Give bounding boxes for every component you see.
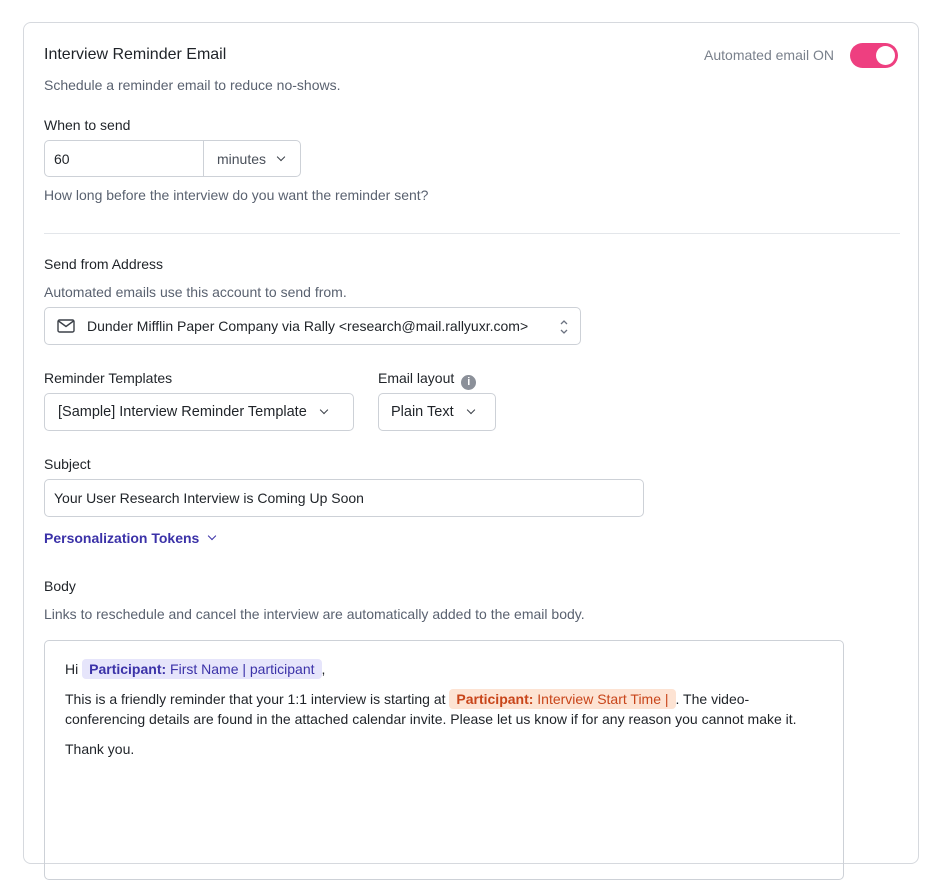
send-from-value: Dunder Mifflin Paper Company via Rally <…	[87, 318, 529, 334]
reminder-email-card: Interview Reminder Email Schedule a remi…	[23, 22, 919, 880]
body-paragraph: This is a friendly reminder that your 1:…	[65, 689, 823, 729]
body-label: Body	[44, 578, 76, 594]
email-layout-label: Email layout	[378, 370, 455, 386]
when-to-send-help: How long before the interview do you wan…	[44, 187, 429, 203]
template-select[interactable]: [Sample] Interview Reminder Template	[44, 393, 354, 431]
subject-input[interactable]: Your User Research Interview is Coming U…	[44, 479, 644, 517]
token-key: Participant:	[456, 691, 534, 707]
automated-email-toggle[interactable]	[850, 43, 898, 68]
participant-first-name-token[interactable]: Participant: First Name | participant	[82, 659, 322, 679]
card-title: Interview Reminder Email	[44, 46, 227, 63]
token-value: First Name | participant	[170, 661, 315, 677]
body-closing: Thank you.	[65, 741, 135, 757]
send-from-label: Send from Address	[44, 256, 164, 272]
email-body-editor[interactable]: Hi Participant: First Name | participant…	[44, 640, 844, 880]
personalization-tokens-toggle[interactable]: Personalization Tokens	[44, 530, 217, 546]
paragraph-prefix: This is a friendly reminder that your 1:…	[65, 691, 446, 707]
when-to-send-label: When to send	[44, 117, 131, 133]
token-key: Participant:	[89, 661, 167, 677]
time-unit-select[interactable]: minutes	[203, 140, 301, 177]
chevron-down-icon	[208, 531, 217, 541]
info-icon[interactable]: i	[461, 374, 477, 390]
when-to-send-input[interactable]: 60	[44, 140, 204, 177]
email-layout-select[interactable]: Plain Text	[378, 393, 496, 431]
email-layout-label-row: Email layout i	[378, 370, 477, 390]
personalization-tokens-label: Personalization Tokens	[44, 530, 200, 546]
automated-email-label: Automated email ON	[704, 47, 834, 63]
select-updown-icon	[560, 320, 568, 334]
time-unit-value: minutes	[217, 150, 267, 167]
templates-label: Reminder Templates	[44, 370, 173, 386]
section-divider	[44, 233, 900, 234]
greeting-prefix: Hi	[65, 661, 79, 677]
toggle-knob	[876, 46, 895, 65]
greeting-suffix: ,	[321, 661, 326, 677]
template-value: [Sample] Interview Reminder Template	[58, 404, 307, 420]
subject-label: Subject	[44, 456, 91, 472]
interview-start-time-token[interactable]: Participant: Interview Start Time |	[449, 689, 676, 709]
send-from-select[interactable]: Dunder Mifflin Paper Company via Rally <…	[44, 307, 581, 345]
chevron-down-icon	[319, 405, 329, 415]
chevron-down-icon	[466, 405, 475, 415]
token-value: Interview Start Time |	[537, 691, 669, 707]
mail-icon	[57, 319, 75, 333]
card-subtitle: Schedule a reminder email to reduce no-s…	[44, 77, 341, 93]
body-greeting: Hi Participant: First Name | participant…	[65, 659, 823, 679]
send-from-help: Automated emails use this account to sen…	[44, 284, 347, 300]
chevron-down-icon	[276, 152, 286, 161]
email-layout-value: Plain Text	[391, 404, 454, 420]
body-help: Links to reschedule and cancel the inter…	[44, 606, 585, 622]
